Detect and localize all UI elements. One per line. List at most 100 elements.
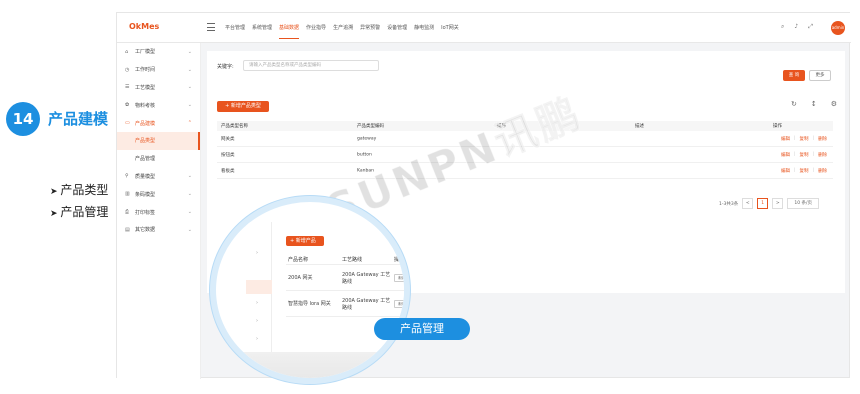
keyword-label: 关键字: xyxy=(217,64,234,70)
next-page-button[interactable]: > xyxy=(772,198,784,209)
zoom-row-route: 200A Gateway 工艺路线 xyxy=(342,272,391,285)
add-product-type-button[interactable]: + 新增产品类型 xyxy=(217,101,269,112)
data-icon: ▤ xyxy=(125,226,130,233)
col-name: 产品类型名称 xyxy=(221,124,248,129)
bullet-product-management: 产品管理 xyxy=(50,202,108,224)
chevron-icon: › xyxy=(256,318,258,324)
sidebar-item-quality[interactable]: ⚲ 质量模型 ⌄ xyxy=(117,168,200,186)
sidebar-item-material[interactable]: ✿ 物料考核 ⌄ xyxy=(117,96,200,114)
edit-link[interactable]: 编辑 xyxy=(781,168,790,174)
feature-panel: 14 产品建模 产品类型 产品管理 xyxy=(0,0,116,394)
fullscreen-icon[interactable]: ⤢ xyxy=(808,23,813,31)
chevron-down-icon: ⌄ xyxy=(187,48,192,55)
more-button[interactable]: 更多 xyxy=(809,70,831,81)
sidebar-item-product-model[interactable]: ▭ 产品建模 ⌃ xyxy=(117,114,200,132)
search-icon[interactable]: ⌕ xyxy=(781,23,784,31)
quality-icon: ⚲ xyxy=(125,173,129,180)
nav-system[interactable]: 系统管理 xyxy=(252,24,272,39)
sidebar-item-worktime[interactable]: ◷ 工作时间 ⌄ xyxy=(117,61,200,79)
copy-link[interactable]: 复制 xyxy=(800,152,809,158)
column-height-icon[interactable]: ↕ xyxy=(811,100,817,108)
nav-base-data[interactable]: 基础数据 xyxy=(279,24,300,39)
page-1-button[interactable]: 1 xyxy=(757,198,769,209)
factory-icon: ⌂ xyxy=(125,48,129,55)
copy-link[interactable]: 复制 xyxy=(800,168,809,174)
chevron-down-icon: ⌄ xyxy=(187,84,192,91)
avatar[interactable]: admin xyxy=(831,21,845,35)
chevron-down-icon: ⌄ xyxy=(187,66,192,73)
gear-icon[interactable]: ⚙ xyxy=(831,100,837,108)
copy-link[interactable]: 复制 xyxy=(800,136,809,142)
zoom-caption: 产品管理 xyxy=(374,318,470,340)
process-icon: ☰ xyxy=(125,84,130,91)
sidebar-item-process[interactable]: ☰ 工艺模型 ⌄ xyxy=(117,79,200,97)
chevron-up-icon: ⌃ xyxy=(187,120,192,127)
app-logo: OkMes xyxy=(129,22,160,31)
pagination-summary: 1-3共3条 xyxy=(719,201,739,207)
page-size-select[interactable]: 10 条/页 xyxy=(787,198,820,209)
feature-bullets: 产品类型 产品管理 xyxy=(50,180,108,224)
zoom-magnifier: › › › › + 新增产品 产品名称 工艺路线 操作书 200A 网关 200… xyxy=(210,196,410,384)
sidebar-item-product-type[interactable]: 产品类型 xyxy=(117,131,200,150)
chevron-down-icon: ⌄ xyxy=(187,102,192,109)
delete-link[interactable]: 删除 xyxy=(818,168,827,174)
top-icons: ⌕ ♪ ⤢ xyxy=(781,23,813,31)
menu-toggle-icon[interactable] xyxy=(207,23,215,31)
edit-link[interactable]: 编辑 xyxy=(781,152,790,158)
delete-link[interactable]: 删除 xyxy=(818,152,827,158)
barcode-icon: ▥ xyxy=(125,191,130,198)
sidebar-item-barcode[interactable]: ▥ 条码模型 ⌄ xyxy=(117,185,200,203)
chevron-icon: › xyxy=(256,336,258,342)
print-icon: ⎙ xyxy=(125,209,130,216)
nav-traceability[interactable]: 生产追溯 xyxy=(333,24,353,39)
col-desc: 描述 xyxy=(635,124,644,129)
prev-page-button[interactable]: < xyxy=(742,198,754,209)
search-input[interactable]: 请输入产品类型名称或产品类型编码 xyxy=(243,60,379,71)
chevron-down-icon: ⌄ xyxy=(187,191,192,198)
zoom-row-name: 200A 网关 xyxy=(288,275,313,281)
table-tools: ↻ ↕ ⚙ xyxy=(791,100,837,108)
sidebar-item-factory[interactable]: ⌂ 工厂模型 ⌄ xyxy=(117,43,200,61)
delete-link[interactable]: 删除 xyxy=(818,136,827,142)
zoom-col-name: 产品名称 xyxy=(288,257,309,263)
chevron-down-icon: ⌄ xyxy=(187,209,192,216)
nav-alerts[interactable]: 异常预警 xyxy=(360,24,380,39)
zoom-sidebar xyxy=(246,222,272,372)
nav-esd[interactable]: 静电监测 xyxy=(414,24,434,39)
sidebar-item-product-management[interactable]: 产品管理 xyxy=(117,150,200,168)
unbound-button[interactable]: 未绑定 xyxy=(394,274,404,282)
nav-platform[interactable]: 平台管理 xyxy=(225,24,245,39)
row-actions: 编辑 | 复制 | 删除 xyxy=(781,151,828,158)
zoom-row-route: 200A Gateway 工艺路线 xyxy=(342,298,391,311)
material-icon: ✿ xyxy=(125,102,130,109)
top-nav: 平台管理 系统管理 基础数据 作业指导 生产追溯 异常预警 设备管理 静电监测 … xyxy=(225,24,459,39)
step-title: 产品建模 xyxy=(48,110,109,128)
search-button[interactable]: 查 询 xyxy=(783,70,805,81)
nav-iot[interactable]: IoT网关 xyxy=(441,24,459,39)
step-number-badge: 14 xyxy=(6,102,40,136)
col-actions: 操作 xyxy=(773,124,782,129)
zoom-sidebar-active-item xyxy=(246,280,272,294)
refresh-icon[interactable]: ↻ xyxy=(791,100,797,108)
add-product-button[interactable]: + 新增产品 xyxy=(286,236,324,246)
clock-icon: ◷ xyxy=(125,66,130,73)
chevron-down-icon: ⌄ xyxy=(187,173,192,180)
sidebar-item-other-data[interactable]: ▤ 其它数据 ⌄ xyxy=(117,221,200,239)
table-row: 看板类 Kanban 编辑 | 复制 | 删除 xyxy=(217,163,833,179)
zoom-row-name: 智慧指导 lora 网关 xyxy=(288,301,331,307)
pagination: 1-3共3条 < 1 > 10 条/页 xyxy=(719,198,820,209)
chevron-down-icon: ⌄ xyxy=(187,226,192,233)
chevron-icon: › xyxy=(256,300,258,306)
top-bar: OkMes 平台管理 系统管理 基础数据 作业指导 生产追溯 异常预警 设备管理… xyxy=(117,13,851,43)
edit-link[interactable]: 编辑 xyxy=(781,136,790,142)
unbound-button[interactable]: 未绑定 xyxy=(394,300,404,308)
bell-icon[interactable]: ♪ xyxy=(794,23,798,31)
nav-work-guide[interactable]: 作业指导 xyxy=(306,24,326,39)
row-actions: 编辑 | 复制 | 删除 xyxy=(781,135,828,142)
sidebar-item-print[interactable]: ⎙ 打印标签 ⌄ xyxy=(117,203,200,221)
nav-equipment[interactable]: 设备管理 xyxy=(387,24,407,39)
zoom-col-route: 工艺路线 xyxy=(342,257,363,263)
row-actions: 编辑 | 复制 | 删除 xyxy=(781,167,828,174)
product-icon: ▭ xyxy=(125,120,130,127)
bullet-product-type: 产品类型 xyxy=(50,180,108,202)
